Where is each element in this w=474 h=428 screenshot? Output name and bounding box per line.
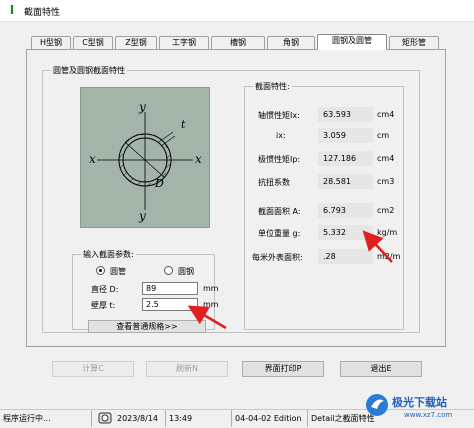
section-group-label: 圆管及圆钢截面特性: [51, 65, 127, 76]
watermark: 极光下载站 www.xz7.com: [364, 388, 472, 426]
prop-label-area: 截面面积 A:: [258, 207, 301, 216]
thickness-field-label: 壁厚 t:: [91, 301, 116, 310]
status-date: 2023/8/14: [114, 410, 166, 427]
radio-bar-label: 圆钢: [178, 267, 194, 276]
title-bar: [0, 0, 474, 22]
thickness-input[interactable]: 2.5: [142, 298, 198, 311]
radio-bar[interactable]: [164, 266, 173, 275]
status-edition: 04-04-02 Edition: [232, 410, 308, 427]
cross-section-figure: x x y y t D: [80, 87, 210, 228]
thickness-label: t: [181, 118, 186, 131]
prop-unit-surface-area: m2/m: [377, 252, 401, 261]
clock-icon: [98, 411, 112, 425]
status-time: 13:49: [166, 410, 232, 427]
tab-angle[interactable]: 角钢: [267, 36, 315, 50]
refresh-button[interactable]: 刷新N: [146, 361, 228, 377]
print-button[interactable]: 界面打印P: [242, 361, 324, 377]
prop-label-ix-moment: 轴惯性矩Ix:: [258, 111, 300, 120]
prop-label-surface-area: 每米外表面积:: [252, 253, 303, 262]
pipe-diagram: x x y y t D: [89, 100, 202, 223]
prop-unit-polar-moment: cm4: [377, 154, 395, 163]
prop-unit-ix-radius: cm: [377, 131, 390, 140]
tab-i-beam[interactable]: 工字钢: [159, 36, 209, 50]
view-spec-button[interactable]: 查看普通规格>>: [88, 320, 206, 333]
prop-value-ix-radius: 3.059: [318, 128, 373, 143]
prop-value-surface-area: .28: [318, 249, 373, 264]
prop-value-area: 6.793: [318, 203, 373, 218]
axis-y-bottom-label: y: [138, 209, 146, 223]
axis-x-left-label: x: [89, 152, 96, 166]
diameter-unit: mm: [203, 284, 219, 293]
tab-channel[interactable]: 槽钢: [211, 36, 265, 50]
diameter-label: D: [154, 177, 164, 190]
prop-label-ix-radius: ix:: [276, 131, 286, 140]
app-icon: I: [9, 3, 15, 17]
tab-rect-tube[interactable]: 矩形管: [389, 36, 439, 50]
watermark-logo-icon: [366, 394, 388, 416]
exit-button[interactable]: 退出E: [340, 361, 422, 377]
diameter-input[interactable]: 89: [142, 282, 198, 295]
radio-pipe-label: 圆管: [110, 267, 126, 276]
prop-label-torsion: 抗扭系数: [258, 178, 290, 187]
tab-z-steel[interactable]: Z型钢: [115, 36, 157, 50]
prop-unit-unit-weight: kg/m: [377, 228, 398, 237]
prop-value-polar-moment: 127.186: [318, 151, 373, 166]
prop-value-torsion: 28.581: [318, 174, 373, 189]
window-title: 截面特性: [24, 8, 61, 18]
prop-unit-ix-moment: cm4: [377, 110, 395, 119]
prop-label-polar-moment: 极惯性矩Ip:: [258, 155, 301, 164]
prop-label-unit-weight: 单位重量 g:: [258, 229, 301, 238]
axis-x-right-label: x: [195, 152, 202, 166]
diameter-field-label: 直径 D:: [91, 285, 119, 294]
tab-round-pipe[interactable]: 圆钢及圆管: [317, 34, 387, 50]
watermark-brand: 极光下载站: [392, 396, 447, 409]
radio-pipe[interactable]: [96, 266, 105, 275]
thickness-unit: mm: [203, 300, 219, 309]
prop-value-ix-moment: 63.593: [318, 107, 373, 122]
prop-unit-torsion: cm3: [377, 177, 395, 186]
calculate-button[interactable]: 计算C: [52, 361, 134, 377]
tab-c-steel[interactable]: C型钢: [73, 36, 113, 50]
prop-unit-area: cm2: [377, 206, 395, 215]
input-group-label: 输入截面参数:: [81, 249, 136, 260]
prop-value-unit-weight: 5.332: [318, 225, 373, 240]
watermark-url: www.xz7.com: [404, 411, 453, 419]
axis-y-top-label: y: [138, 100, 146, 114]
properties-group-label: 截面特性:: [253, 81, 292, 92]
status-running: 程序运行中...: [0, 410, 92, 427]
tab-h-steel[interactable]: H型钢: [31, 36, 71, 50]
